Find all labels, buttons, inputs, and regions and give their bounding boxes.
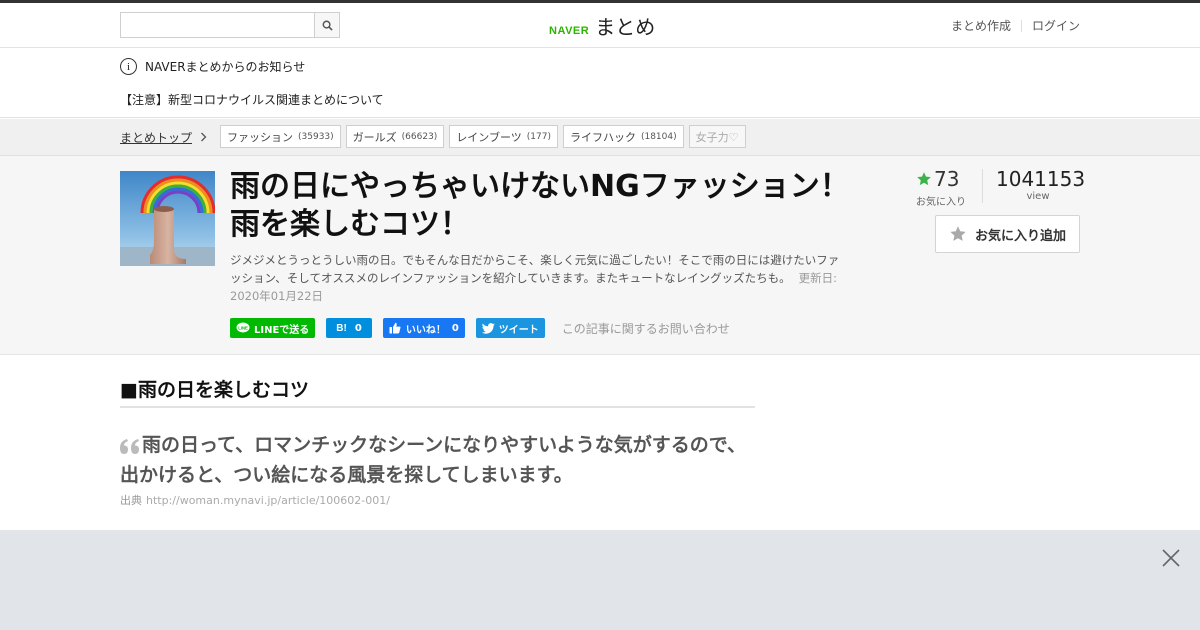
tag-label: ガールズ bbox=[352, 130, 397, 144]
quote-mark-icon bbox=[120, 435, 142, 462]
notice-item-link[interactable]: 【注意】新型コロナウイルス関連まとめについて bbox=[120, 91, 384, 108]
tag-label: 女子力♡ bbox=[695, 130, 739, 144]
facebook-like-count: 0 bbox=[451, 322, 459, 334]
favorite-count-label: お気に入り bbox=[916, 197, 966, 208]
logo-brand: NAVER bbox=[549, 25, 590, 37]
quote-text: 雨の日って、ロマンチックなシーンになりやすいような気がするので、出かけると、つい… bbox=[120, 434, 747, 486]
source-label: 出典 bbox=[120, 494, 142, 507]
close-button[interactable] bbox=[1161, 548, 1181, 568]
info-icon: i bbox=[120, 58, 137, 75]
bottom-overlay-panel bbox=[0, 530, 1200, 630]
facebook-like-label: いいね！ bbox=[405, 324, 446, 336]
header-links: まとめ作成 ログイン bbox=[951, 17, 1080, 34]
article-header: 雨の日にやっちゃいけないNGファッション！雨を楽しむコツ！ ジメジメとうっとうし… bbox=[0, 156, 1200, 355]
tag-list: ファッション (35933) ガールズ (66623) レインブーツ (177) ライ… bbox=[220, 125, 751, 148]
facebook-like-button[interactable]: いいね！ 0 bbox=[382, 318, 465, 338]
thumbs-up-icon bbox=[389, 322, 401, 334]
line-share-button[interactable]: LINE LINEで送る bbox=[230, 318, 316, 338]
notice-area: i NAVERまとめからのお知らせ 【注意】新型コロナウイルス関連まとめについて bbox=[0, 49, 1200, 118]
tag-item[interactable]: レインブーツ (177) bbox=[449, 125, 558, 148]
tag-item[interactable]: ライフハック (18104) bbox=[562, 125, 684, 148]
inquiry-link[interactable]: この記事に関するお問い合わせ bbox=[562, 320, 730, 337]
stats-divider bbox=[982, 169, 983, 203]
star-outline-icon bbox=[950, 226, 966, 241]
tag-label: レインブーツ bbox=[456, 130, 522, 144]
login-link[interactable]: ログイン bbox=[1032, 17, 1080, 34]
hatena-icon: B! bbox=[336, 322, 347, 334]
tag-item[interactable]: 女子力♡ bbox=[688, 125, 746, 148]
twitter-bird-icon bbox=[481, 322, 495, 334]
tag-count: (66623) bbox=[401, 131, 438, 142]
close-icon bbox=[1162, 549, 1180, 567]
create-matome-link[interactable]: まとめ作成 bbox=[951, 17, 1011, 34]
logo-name: まとめ bbox=[595, 15, 656, 39]
chevron-right-icon bbox=[200, 131, 207, 145]
search-icon bbox=[322, 20, 333, 31]
line-icon: LINE bbox=[236, 322, 250, 333]
add-favorite-label: お気に入り追加 bbox=[974, 228, 1066, 244]
tag-count: (35933) bbox=[298, 131, 334, 142]
tag-count: (18104) bbox=[640, 131, 677, 142]
breadcrumb[interactable]: まとめトップ bbox=[120, 129, 207, 146]
share-bar: LINE LINEで送る B! 0 いいね！ 0 ツイート この記事に関するお問… bbox=[230, 318, 730, 338]
favorite-count-value: 73 bbox=[934, 167, 960, 191]
tag-item[interactable]: ファッション (35933) bbox=[220, 125, 341, 148]
description-text: ジメジメとうっとうしい雨の日。でもそんな日だからこそ、楽しく元気に過ごしたい！そ… bbox=[230, 253, 840, 285]
search-box bbox=[120, 12, 340, 38]
twitter-tweet-button[interactable]: ツイート bbox=[475, 318, 545, 338]
view-count: 1041153 bbox=[996, 167, 1086, 191]
tag-label: ファッション bbox=[227, 130, 293, 144]
svg-text:LINE: LINE bbox=[238, 325, 248, 330]
tag-label: ライフハック bbox=[569, 130, 636, 144]
search-input[interactable] bbox=[121, 13, 314, 37]
link-divider bbox=[1020, 19, 1022, 32]
search-button[interactable] bbox=[314, 13, 339, 37]
site-header: NAVER まとめ まとめ作成 ログイン bbox=[0, 3, 1200, 48]
notice-heading: i NAVERまとめからのお知らせ bbox=[120, 58, 305, 75]
tag-count: (177) bbox=[526, 131, 551, 142]
tag-bar: まとめトップ ファッション (35933) ガールズ (66623) レインブーツ (… bbox=[0, 119, 1200, 156]
notice-heading-text: NAVERまとめからのお知らせ bbox=[145, 60, 306, 74]
quote-source: 出典 http://woman.mynavi.jp/article/100602-… bbox=[120, 492, 390, 508]
article-thumbnail bbox=[120, 171, 215, 266]
star-icon bbox=[917, 172, 931, 186]
site-logo[interactable]: NAVER まとめ bbox=[549, 11, 655, 39]
article-description: ジメジメとうっとうしい雨の日。でもそんな日だからこそ、楽しく元気に過ごしたい！そ… bbox=[230, 251, 850, 305]
add-favorite-button[interactable]: お気に入り追加 bbox=[935, 215, 1080, 253]
favorite-count: 73 bbox=[916, 167, 959, 191]
hatena-bookmark-button[interactable]: B! 0 bbox=[326, 318, 372, 338]
tweet-label: ツイート bbox=[498, 324, 539, 336]
line-share-label: LINEで送る bbox=[254, 324, 310, 336]
source-url-link[interactable]: http://woman.mynavi.jp/article/100602-00… bbox=[146, 494, 390, 507]
breadcrumb-top-link[interactable]: まとめトップ bbox=[120, 129, 192, 146]
view-count-label: view bbox=[1026, 191, 1050, 202]
quote-block: 雨の日って、ロマンチックなシーンになりやすいような気がするので、出かけると、つい… bbox=[120, 432, 760, 489]
tag-item[interactable]: ガールズ (66623) bbox=[345, 125, 445, 148]
section-heading: ■雨の日を楽しむコツ bbox=[120, 375, 755, 408]
hatena-count: 0 bbox=[354, 322, 362, 334]
article-title: 雨の日にやっちゃいけないNGファッション！雨を楽しむコツ！ bbox=[230, 169, 850, 242]
